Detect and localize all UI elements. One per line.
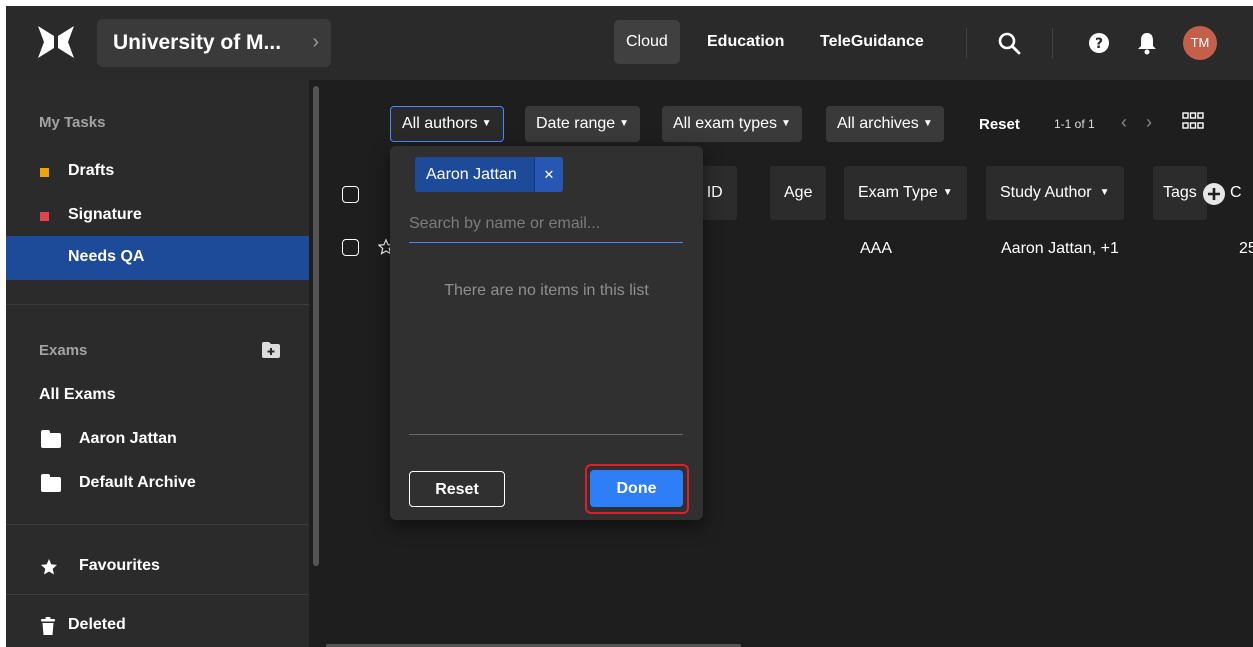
prev-page-icon[interactable]: ‹ [1121, 112, 1127, 133]
divider [1052, 28, 1053, 58]
column-header-overflow[interactable]: C [1228, 166, 1244, 220]
sidebar-item-label: Favourites [79, 557, 160, 574]
exam-types-filter-dropdown[interactable]: All exam types ▼ [662, 106, 802, 142]
my-tasks-heading: My Tasks [39, 114, 106, 131]
reset-filters-button[interactable]: Reset [979, 116, 1020, 133]
sidebar-item-label: Aaron Jattan [79, 430, 177, 447]
popover-done-button[interactable]: Done [590, 470, 683, 507]
help-icon[interactable]: ? [1088, 32, 1110, 54]
add-folder-icon[interactable] [261, 341, 281, 359]
sidebar-item-label: Deleted [68, 616, 126, 633]
user-avatar[interactable]: TM [1183, 26, 1217, 60]
sidebar: My Tasks Drafts Signature Needs QA Exams… [6, 80, 309, 647]
column-header-study-author[interactable]: Study Author ▼ [986, 166, 1124, 220]
date-range-filter-dropdown[interactable]: Date range ▼ [525, 106, 641, 142]
sidebar-divider [6, 304, 309, 305]
caret-down-icon: ▼ [619, 118, 630, 129]
sidebar-item-label: All Exams [39, 386, 116, 403]
archives-filter-dropdown[interactable]: All archives ▼ [826, 106, 944, 142]
date-range-filter-label: Date range [536, 115, 616, 132]
popover-divider [409, 434, 683, 435]
column-header-label: Study Author [1000, 184, 1092, 201]
cell-study-author: Aaron Jattan, +1 [1001, 240, 1119, 257]
app-window: University of M... › Cloud Education Tel… [6, 6, 1253, 647]
drafts-marker-icon [40, 168, 49, 177]
column-header-label: Exam Type [858, 184, 938, 201]
sidebar-item-all-exams[interactable]: All Exams [6, 374, 309, 418]
top-bar: University of M... › Cloud Education Tel… [6, 6, 1253, 80]
sidebar-item-favourites[interactable]: Favourites [6, 545, 309, 589]
chevron-right-icon: › [312, 31, 319, 53]
sidebar-item-folder-default-archive[interactable]: Default Archive [6, 462, 309, 506]
exams-heading: Exams [39, 342, 88, 359]
organization-switcher[interactable]: University of M... › [97, 19, 331, 67]
divider [966, 28, 967, 58]
sidebar-item-deleted[interactable]: Deleted [6, 604, 309, 647]
sidebar-item-label: Signature [68, 206, 142, 223]
authors-filter-label: All authors [402, 115, 478, 132]
grid-view-icon[interactable] [1182, 112, 1204, 130]
sidebar-item-label: Needs QA [68, 248, 145, 265]
sidebar-item-label: Drafts [68, 162, 115, 179]
select-all-checkbox[interactable] [342, 186, 359, 203]
svg-text:?: ? [1095, 36, 1103, 52]
cell-overflow: 25 [1239, 240, 1253, 257]
butterfly-logo-icon[interactable] [36, 24, 76, 60]
bell-icon[interactable] [1137, 31, 1157, 55]
author-search-input[interactable] [409, 205, 683, 243]
sidebar-scrollbar[interactable] [313, 86, 319, 566]
column-header-exam-type[interactable]: Exam Type ▼ [844, 166, 967, 220]
caret-down-icon: ▼ [481, 118, 492, 129]
folder-icon [41, 430, 61, 448]
signature-marker-icon [40, 212, 49, 221]
sidebar-item-needs-qa[interactable]: Needs QA [6, 236, 309, 280]
sidebar-item-drafts[interactable]: Drafts [6, 150, 309, 194]
star-icon [41, 559, 57, 575]
row-checkbox[interactable] [342, 239, 359, 256]
search-icon[interactable] [997, 31, 1021, 55]
sidebar-divider [6, 524, 309, 525]
caret-down-icon: ▼ [781, 118, 791, 129]
caret-down-icon: ▼ [942, 187, 953, 198]
remove-author-close-icon[interactable]: ✕ [534, 157, 563, 192]
column-header-age[interactable]: Age [770, 166, 827, 220]
archives-filter-label: All archives [837, 115, 919, 132]
column-header-label: Tags [1163, 184, 1197, 201]
authors-filter-popover: Aaron Jattan ✕ There are no items in thi… [390, 146, 703, 520]
caret-down-icon: ▼ [922, 118, 933, 129]
exam-types-filter-label: All exam types [673, 115, 778, 132]
authors-filter-dropdown[interactable]: All authors ▼ [390, 106, 504, 142]
folder-icon [41, 474, 61, 492]
tab-education[interactable]: Education [695, 20, 796, 64]
tab-cloud[interactable]: Cloud [614, 20, 680, 64]
pagination-status: 1-1 of 1 [1054, 117, 1095, 131]
organization-name: University of M... [113, 31, 282, 54]
caret-down-icon: ▼ [1099, 187, 1110, 198]
cell-exam-type: AAA [860, 240, 893, 257]
tab-teleguidance[interactable]: TeleGuidance [808, 20, 936, 64]
empty-list-message: There are no items in this list [444, 282, 649, 299]
popover-reset-button[interactable]: Reset [409, 471, 505, 507]
sidebar-divider [6, 594, 309, 595]
column-header-tags[interactable]: Tags [1153, 166, 1207, 220]
sidebar-item-folder-aaron-jattan[interactable]: Aaron Jattan [6, 418, 309, 462]
next-page-icon[interactable]: › [1146, 112, 1152, 133]
add-column-icon[interactable] [1202, 182, 1226, 206]
sidebar-item-label: Default Archive [79, 474, 196, 491]
trash-icon [41, 617, 55, 635]
sidebar-item-signature[interactable]: Signature [6, 194, 309, 238]
selected-author-name: Aaron Jattan [426, 166, 517, 183]
